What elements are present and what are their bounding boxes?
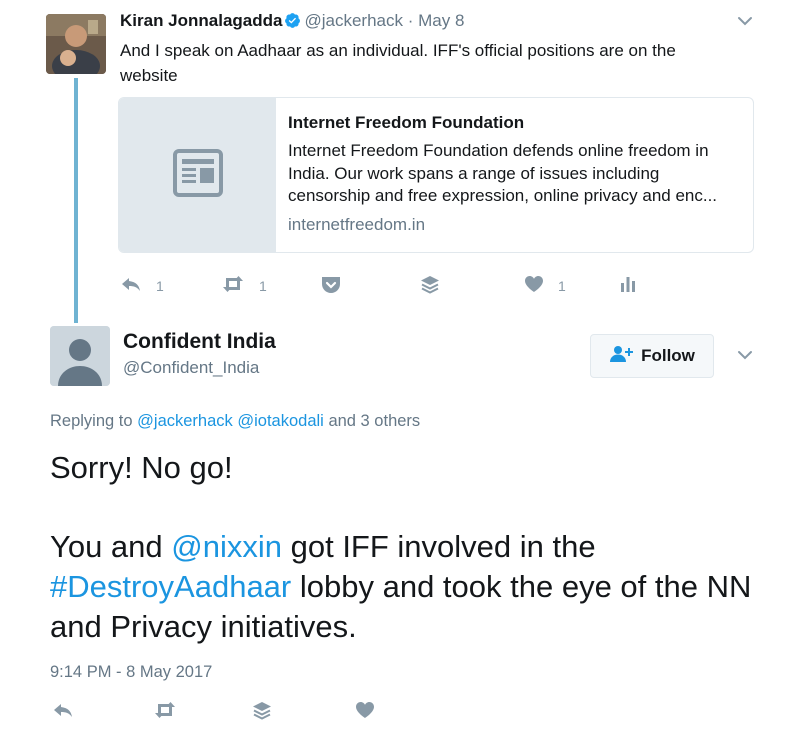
retweet-count: 1 [259,277,267,294]
default-avatar[interactable] [50,326,110,386]
like-count: 1 [558,277,566,294]
replying-user-link[interactable]: @jackerhack [137,412,233,430]
buffer-button[interactable] [420,275,440,298]
author-name[interactable]: Kiran Jonnalagadda [120,11,282,30]
buffer-button[interactable] [252,701,272,724]
mention-link[interactable]: @nixxin [171,529,282,564]
card-title: Internet Freedom Foundation [288,113,525,132]
tweet-actions [0,701,800,727]
tweet-text-part: got IFF involved in the [282,529,596,564]
tweet-text-part: You and [50,529,172,564]
like-button[interactable] [355,701,375,722]
link-card[interactable]: Internet Freedom Foundation Internet Fre… [118,97,754,253]
chevron-down-icon[interactable] [736,12,754,35]
verified-icon [284,12,301,34]
card-url: internetfreedom.in [288,214,426,234]
replying-user-link[interactable]: @iotakodali [237,412,323,430]
tweet-header: Kiran Jonnalagadda @jackerhack · May 8 [120,11,464,34]
reply-count: 1 [156,277,164,294]
pocket-button[interactable] [320,275,342,298]
replying-to: Replying to @jackerhack @iotakodali and … [50,412,420,431]
card-thumbnail [119,98,276,252]
reply-icon [52,701,74,722]
analytics-button[interactable] [620,275,636,296]
reply-icon [120,275,142,296]
heart-icon [355,701,375,722]
avatar[interactable] [46,14,106,74]
tweet-actions: 1 1 1 [0,275,800,301]
card-description: Internet Freedom Foundation defends onli… [288,141,718,205]
tweet-text-line: Sorry! No go! [50,450,233,485]
chevron-down-icon[interactable] [736,346,754,369]
separator-dot: · [407,11,414,30]
tweet-date[interactable]: May 8 [418,11,464,30]
tweet-text-paragraph: You and @nixxin got IFF involved in the … [50,527,770,647]
reply-button[interactable] [52,701,74,722]
follow-person-icon [609,345,634,368]
tweet-text: And I speak on Aadhaar as an individual.… [120,41,676,85]
pocket-icon [320,275,342,298]
tweet-timestamp[interactable]: 9:14 PM - 8 May 2017 [50,663,212,682]
reply-button[interactable]: 1 [120,275,164,296]
author-handle[interactable]: @jackerhack [304,11,403,30]
hashtag-link[interactable]: #DestroyAadhaar [50,569,291,604]
buffer-icon [420,275,440,298]
author-handle[interactable]: @Confident_India [123,358,259,378]
follow-label: Follow [641,346,695,365]
retweet-icon [153,701,177,722]
retweet-button[interactable]: 1 [221,275,267,296]
follow-button[interactable]: Follow [590,334,714,378]
like-button[interactable]: 1 [524,275,566,296]
analytics-icon [620,275,636,296]
replying-others[interactable]: and 3 others [328,412,420,430]
article-icon [172,148,223,202]
buffer-icon [252,701,272,724]
retweet-icon [221,275,245,296]
retweet-button[interactable] [153,701,177,722]
replying-prefix: Replying to [50,412,133,430]
author-name[interactable]: Confident India [123,330,276,354]
heart-icon [524,275,544,296]
